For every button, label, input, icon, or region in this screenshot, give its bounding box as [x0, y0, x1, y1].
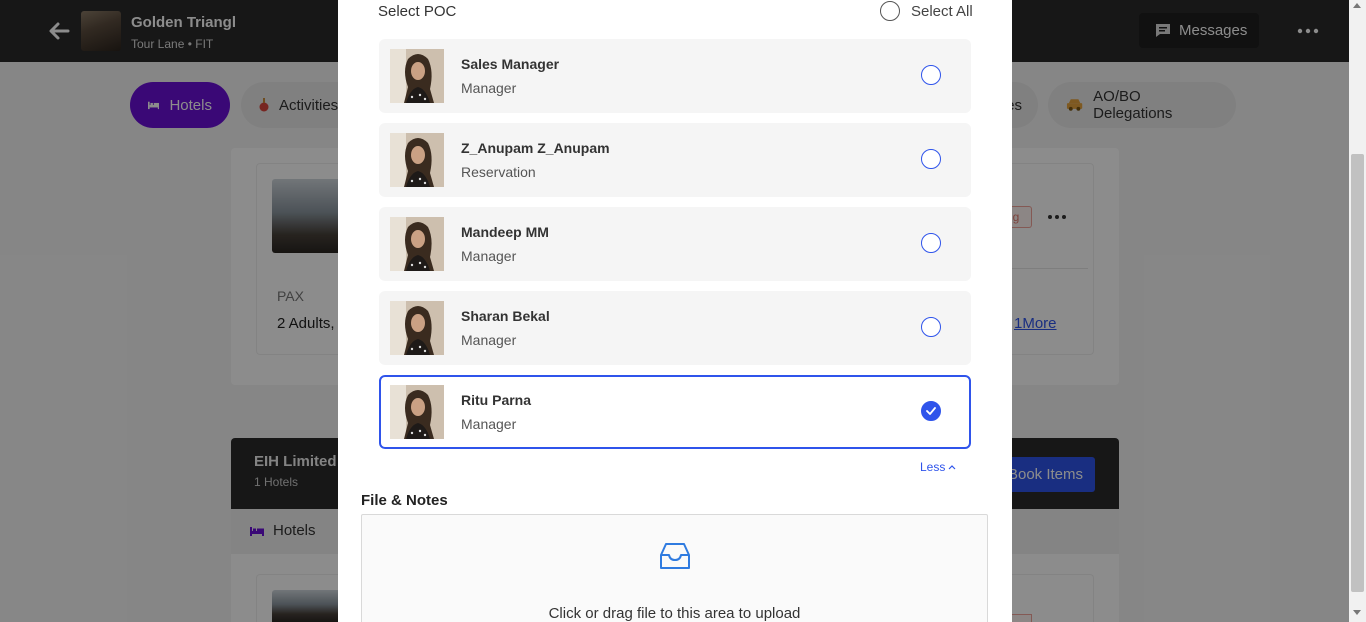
poc-radio[interactable]	[921, 65, 941, 85]
poc-name: Sales Manager	[461, 56, 560, 72]
poc-option[interactable]: Mandeep MM Manager	[379, 207, 971, 281]
page-scrollbar[interactable]	[1349, 0, 1366, 622]
scroll-down-arrow-icon[interactable]	[1353, 610, 1361, 615]
less-label: Less	[920, 460, 946, 474]
poc-radio[interactable]	[921, 317, 941, 337]
file-upload-dropzone[interactable]: Click or drag file to this area to uploa…	[361, 514, 988, 622]
poc-role: Manager	[461, 80, 517, 96]
files-heading: File & Notes	[361, 492, 448, 509]
avatar	[390, 49, 444, 103]
poc-radio[interactable]	[921, 233, 941, 253]
poc-name: Ritu Parna	[461, 392, 532, 408]
check-icon	[926, 407, 936, 415]
poc-option[interactable]: Ritu Parna Manager	[379, 375, 971, 449]
poc-option[interactable]: Z_Anupam Z_Anupam Reservation	[379, 123, 971, 197]
select-poc-modal: Select POC Select All Sales Manager Manag…	[338, 0, 1012, 622]
poc-radio-checked[interactable]	[921, 401, 941, 421]
poc-name: Sharan Bekal	[461, 308, 550, 324]
avatar	[390, 385, 444, 439]
poc-option[interactable]: Sharan Bekal Manager	[379, 291, 971, 365]
poc-role: Manager	[461, 332, 517, 348]
less-toggle[interactable]: Less	[920, 460, 956, 474]
poc-role: Manager	[461, 416, 517, 432]
poc-radio[interactable]	[921, 149, 941, 169]
scroll-thumb[interactable]	[1351, 154, 1364, 592]
select-all-radio[interactable]	[880, 1, 900, 21]
select-all-label: Select All	[911, 2, 973, 20]
poc-option[interactable]: Sales Manager Manager	[379, 39, 971, 113]
upload-instructions: Click or drag file to this area to uploa…	[548, 605, 801, 622]
scroll-up-arrow-icon[interactable]	[1353, 3, 1361, 8]
poc-name: Z_Anupam Z_Anupam	[461, 140, 610, 156]
inbox-icon	[660, 543, 690, 569]
poc-name: Mandeep MM	[461, 224, 549, 240]
avatar	[390, 301, 444, 355]
poc-role: Reservation	[461, 164, 536, 180]
avatar	[390, 133, 444, 187]
chevron-up-icon	[948, 465, 956, 470]
select-all-option[interactable]: Select All	[880, 0, 973, 22]
avatar	[390, 217, 444, 271]
poc-list: Sales Manager Manager Z_Anupam Z_Anupam Res…	[379, 39, 971, 459]
poc-role: Manager	[461, 248, 517, 264]
poc-heading: Select POC	[378, 3, 457, 20]
